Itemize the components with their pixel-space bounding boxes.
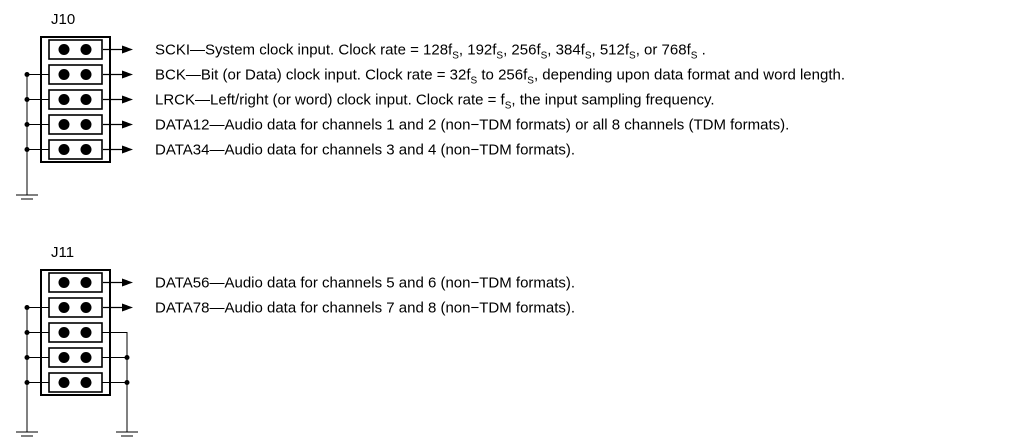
j10-signal-name: LRCK [155, 92, 195, 109]
j10-signal-description: to 256f [477, 67, 528, 84]
em-dash: — [195, 92, 210, 109]
j10-header: J10 [51, 11, 75, 28]
j10-pin-dot [58, 44, 70, 55]
j11-signal-label: DATA78—Audio data for channels 7 and 8 (… [155, 300, 575, 317]
j10-pin-dot [58, 119, 70, 130]
j10-signal-description: , 512f [592, 42, 630, 59]
j11-row-box [48, 372, 103, 393]
j10-signal-label: DATA34—Audio data for channels 3 and 4 (… [155, 142, 575, 159]
j10-signal-arrow [122, 145, 133, 154]
em-dash: — [209, 300, 224, 317]
j11-jumper-block: DATA56—Audio data for channels 5 and 6 (… [16, 269, 575, 437]
j10-signal-description: Audio data for channels 1 and 2 (non−TDM… [224, 117, 789, 134]
j10-signal-description: Left/right (or word) clock input. Clock … [210, 92, 506, 109]
j10-row-box [48, 39, 103, 60]
em-dash: — [209, 142, 224, 159]
j11-junction-dot [24, 330, 30, 335]
j11-junction-dot [124, 380, 130, 385]
j11-signal-arrow [122, 303, 133, 312]
j10-junction-dot [24, 72, 30, 77]
j10-pin-dot [80, 69, 92, 80]
j10-junction-dot [24, 147, 30, 152]
j11-junction-dot [24, 355, 30, 360]
j10-signal-name: DATA12 [155, 117, 209, 134]
j10-row-box [48, 64, 103, 85]
j10-row-box [48, 89, 103, 110]
j11-pin-dot [80, 277, 92, 288]
j11-pin-dot [80, 302, 92, 313]
j11-signal-label: DATA56—Audio data for channels 5 and 6 (… [155, 275, 575, 292]
j10-pin-dot [80, 119, 92, 130]
j10-signal-label: DATA12—Audio data for channels 1 and 2 (… [155, 117, 789, 134]
j10-signal-name: SCKI [155, 42, 190, 59]
j10-signal-description: , 256f [503, 42, 541, 59]
em-dash: — [186, 67, 201, 84]
j10-pin-dot [58, 94, 70, 105]
j10-signal-description: . [697, 42, 705, 59]
j10-signal-description: , 384f [547, 42, 585, 59]
j10-pin-dot [80, 94, 92, 105]
j11-row-box [48, 347, 103, 368]
j11-pin-dot [80, 327, 92, 338]
j11-signal-name: DATA56 [155, 275, 209, 292]
j11-pin-dot [58, 327, 70, 338]
j10-pin-dot [58, 144, 70, 155]
j10-signal-description: System clock input. Clock rate = 128f [205, 42, 453, 59]
j11-row-box [48, 322, 103, 343]
j10-pin-dot [58, 69, 70, 80]
j11-junction-dot [24, 380, 30, 385]
j10-signal-arrow [122, 45, 133, 54]
j10-signal-label: LRCK—Left/right (or word) clock input. C… [155, 92, 715, 112]
j10-signal-label: BCK—Bit (or Data) clock input. Clock rat… [155, 67, 845, 87]
j11-pin-dot [58, 302, 70, 313]
j10-pin-dot [80, 144, 92, 155]
j11-pin-dot [58, 352, 70, 363]
j10-header-frame [40, 36, 111, 163]
j10-signal-arrow [122, 120, 133, 129]
j11-signal-description: Audio data for channels 5 and 6 (non−TDM… [224, 275, 575, 292]
j11-junction-dot [24, 305, 30, 310]
j11-pin-dot [58, 377, 70, 388]
j11-signal-arrow [122, 278, 133, 287]
j10-signal-description: , the input sampling frequency. [511, 92, 714, 109]
j10-signal-description: , depending upon data format and word le… [534, 67, 845, 84]
j11-row-box [48, 297, 103, 318]
j11-pin-dot [80, 352, 92, 363]
j10-row-box [48, 114, 103, 135]
j10-junction-dot [24, 122, 30, 127]
j11-row-box [48, 272, 103, 293]
j10-signal-name: BCK [155, 67, 186, 84]
jumper-diagram: J10 J11 SCKI—System clock input. Clock r… [16, 11, 845, 437]
j11-junction-dot [124, 355, 130, 360]
j10-signal-name: DATA34 [155, 142, 209, 159]
j10-signal-label: SCKI—System clock input. Clock rate = 12… [155, 42, 706, 62]
j10-jumper-block: SCKI—System clock input. Clock rate = 12… [16, 36, 845, 200]
em-dash: — [209, 275, 224, 292]
j10-signal-description: Bit (or Data) clock input. Clock rate = … [201, 67, 472, 84]
j10-pin-dot [80, 44, 92, 55]
j11-signal-name: DATA78 [155, 300, 209, 317]
j10-junction-dot [24, 97, 30, 102]
j11-signal-description: Audio data for channels 7 and 8 (non−TDM… [224, 300, 575, 317]
j11-header-frame [40, 269, 111, 396]
j10-row-box [48, 139, 103, 160]
em-dash: — [190, 42, 205, 59]
j11-pin-dot [80, 377, 92, 388]
j10-signal-description: , 192f [459, 42, 497, 59]
j10-signal-arrow [122, 95, 133, 104]
j10-signal-description: Audio data for channels 3 and 4 (non−TDM… [224, 142, 575, 159]
j11-header: J11 [51, 244, 74, 261]
j10-signal-description: , or 768f [636, 42, 692, 59]
j10-signal-arrow [122, 70, 133, 79]
j11-pin-dot [58, 277, 70, 288]
em-dash: — [209, 117, 224, 134]
